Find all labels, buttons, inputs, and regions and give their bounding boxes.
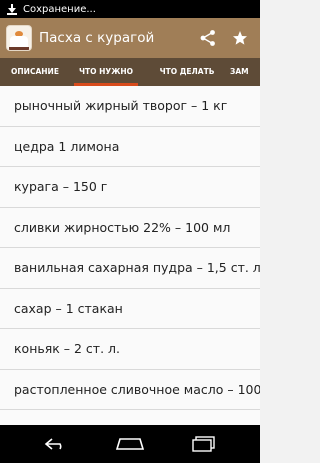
home-icon	[115, 438, 145, 450]
ingredient-list[interactable]: рыночный жирный творог – 1 кг цедра 1 ли…	[0, 86, 260, 425]
list-item[interactable]: сливки жирностью 22% – 100 мл	[0, 208, 260, 248]
favorite-button[interactable]	[224, 18, 256, 58]
list-item[interactable]: мед – 2 ст. л.	[0, 410, 260, 425]
share-icon	[200, 30, 215, 46]
tab-instructions[interactable]: ЧТО ДЕЛАТЬ	[148, 58, 226, 86]
back-button[interactable]	[30, 425, 82, 463]
tab-bar: ОПИСАНИЕ ЧТО НУЖНО ЧТО ДЕЛАТЬ ЗАМ	[0, 58, 260, 86]
tab-description[interactable]: ОПИСАНИЕ	[0, 58, 70, 86]
back-icon	[44, 438, 62, 450]
list-item[interactable]: ванильная сахарная пудра – 1,5 ст. л.	[0, 248, 260, 289]
list-item[interactable]: рыночный жирный творог – 1 кг	[0, 86, 260, 127]
recent-apps-button[interactable]	[178, 425, 230, 463]
home-button[interactable]	[104, 425, 156, 463]
download-icon	[6, 3, 18, 15]
list-item[interactable]: курага – 150 г	[0, 167, 260, 208]
easter-cake-app-icon[interactable]	[6, 25, 32, 51]
list-item[interactable]: коньяк – 2 ст. л.	[0, 329, 260, 370]
status-bar: Сохранение...	[0, 0, 260, 18]
tab-ingredients[interactable]: ЧТО НУЖНО	[74, 58, 138, 86]
list-item[interactable]: сахар – 1 стакан	[0, 289, 260, 329]
status-notification-text: Сохранение...	[23, 3, 96, 15]
list-item[interactable]: растопленное сливочное масло – 100 г	[0, 370, 260, 410]
app-bar: Пасха с курагой	[0, 18, 260, 58]
navigation-bar	[0, 425, 260, 463]
list-item[interactable]: цедра 1 лимона	[0, 127, 260, 167]
star-icon	[233, 31, 248, 45]
share-button[interactable]	[192, 18, 224, 58]
tab-notes[interactable]: ЗАМ	[230, 58, 270, 86]
page-title: Пасха с курагой	[39, 30, 155, 46]
recent-apps-icon	[192, 436, 215, 452]
